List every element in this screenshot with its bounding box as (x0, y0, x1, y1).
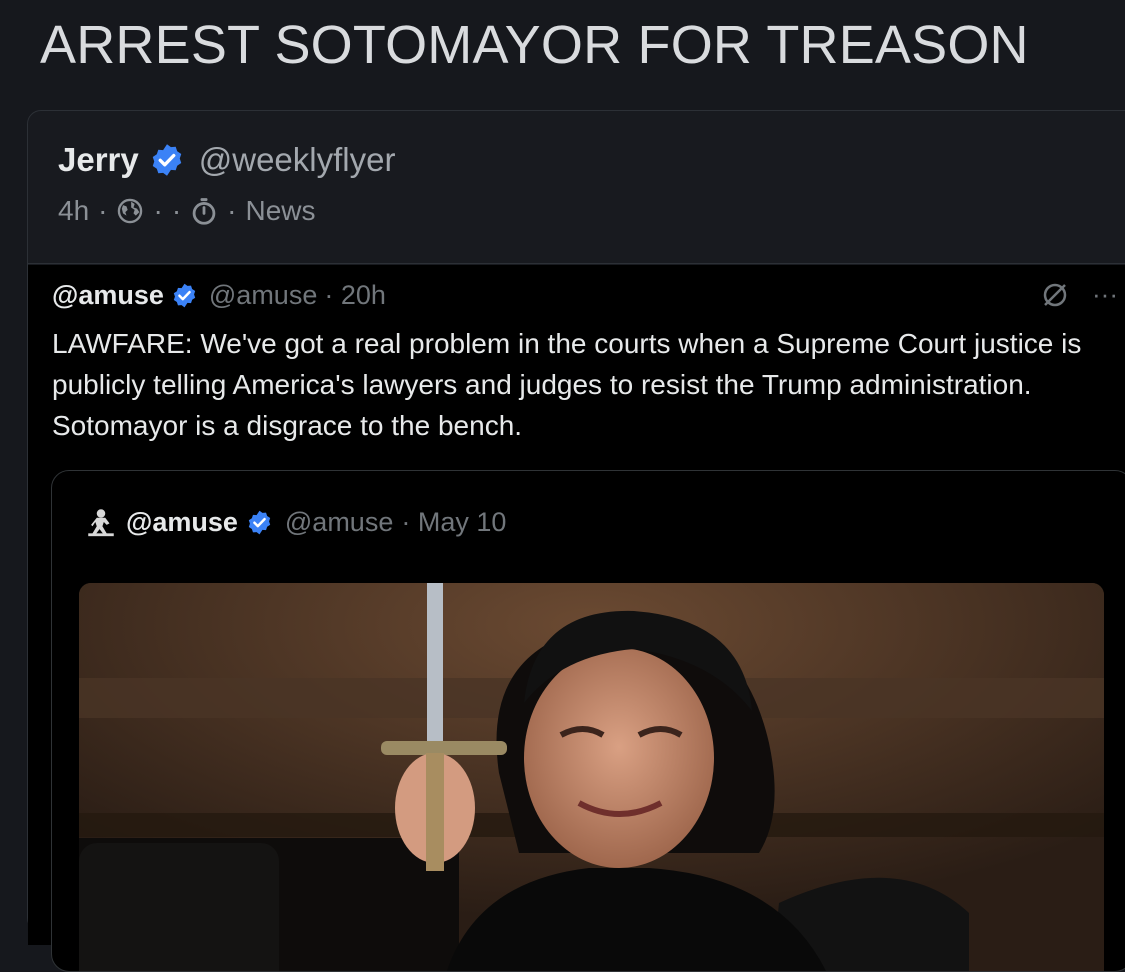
tweet-author-name[interactable]: @amuse (52, 280, 164, 311)
stopwatch-icon (192, 198, 216, 225)
verified-badge-icon (248, 510, 271, 534)
tweet-header: @amuse @amuse · 20h (52, 280, 386, 311)
quote-header: @amuse @amuse · May 10 (84, 505, 506, 539)
separator: · (153, 195, 163, 226)
post-divider (28, 263, 1125, 264)
author-handle[interactable]: @weeklyflyer (199, 141, 396, 179)
post-age: 4h (58, 195, 90, 226)
grok-icon[interactable] (1040, 280, 1070, 310)
post-category[interactable]: News (245, 195, 315, 227)
quoted-tweet[interactable]: @amuse @amuse · May 10 (51, 470, 1125, 972)
separator: · (98, 195, 108, 226)
quote-timestamp[interactable]: · May 10 (401, 507, 506, 538)
post-card[interactable]: Jerry @weeklyflyer 4h · · · · News @amus… (27, 110, 1125, 972)
quote-author-handle[interactable]: @amuse (285, 507, 393, 538)
verified-badge-icon (173, 283, 196, 308)
justice-photo (79, 583, 1104, 971)
quote-author-name[interactable]: @amuse (126, 507, 238, 538)
tweet-author-handle[interactable]: @amuse (209, 280, 317, 311)
tweet-actions: ··· (1040, 279, 1118, 310)
post-meta: 4h · · · · News (58, 195, 315, 227)
author-name[interactable]: Jerry (58, 141, 139, 179)
verified-badge-icon (152, 144, 181, 176)
separator: · (171, 195, 182, 226)
separator: · (227, 195, 237, 226)
embedded-tweet[interactable]: @amuse @amuse · 20h ··· LAWFARE: We've g… (28, 265, 1125, 972)
tweet-text: LAWFARE: We've got a real problem in the… (52, 328, 1082, 441)
globe-icon (118, 198, 143, 224)
tweet-timestamp[interactable]: · 20h (324, 280, 386, 311)
more-options-icon[interactable]: ··· (1092, 279, 1118, 310)
author-row: Jerry @weeklyflyer (58, 141, 395, 179)
post-headline: ARREST SOTOMAYOR FOR TREASON (40, 15, 1029, 75)
quote-image[interactable] (79, 583, 1104, 971)
avatar[interactable] (84, 505, 118, 539)
